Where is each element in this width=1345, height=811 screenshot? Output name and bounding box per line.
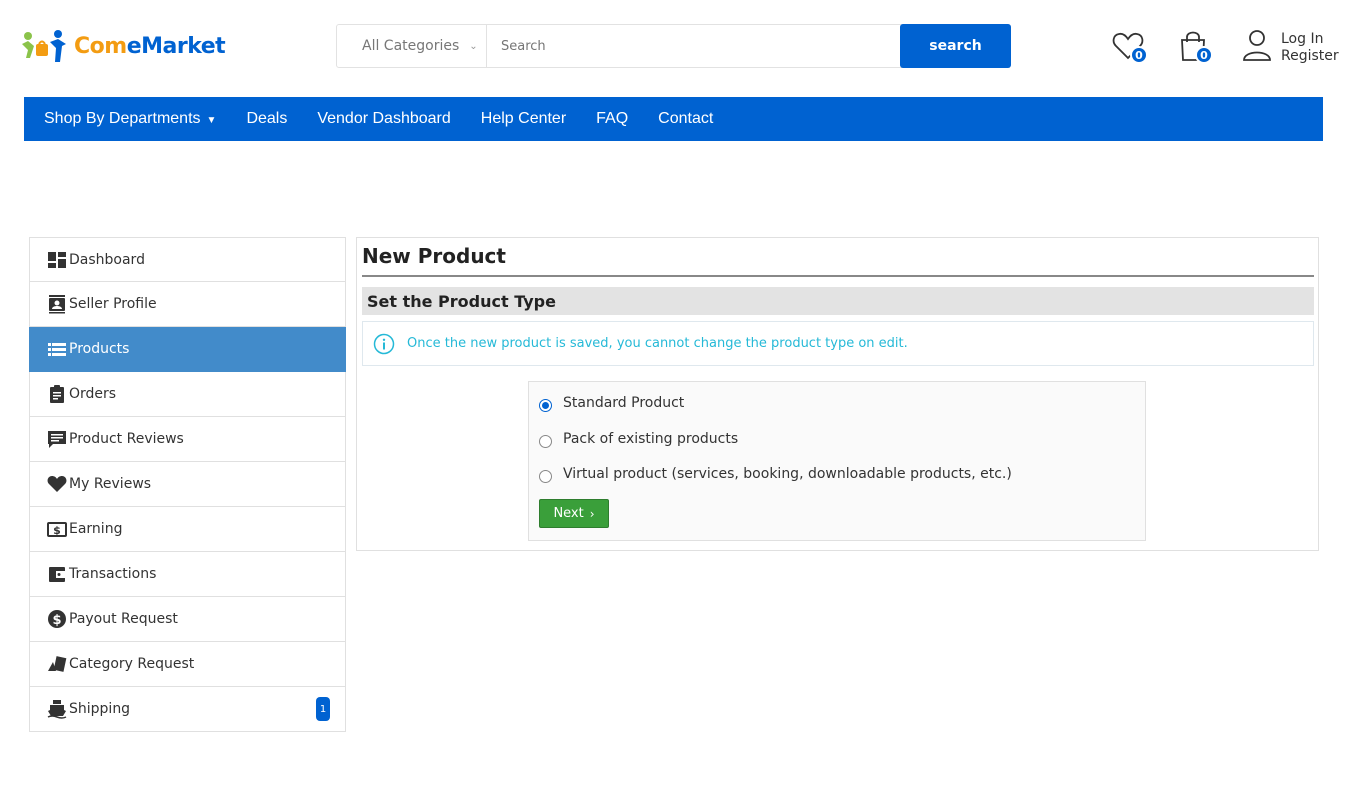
next-button-label: Next [553, 506, 584, 521]
money-icon: $ [47, 522, 67, 537]
sidebar-item-label: Orders [69, 386, 117, 402]
nav-vendor-dashboard[interactable]: Vendor Dashboard [317, 110, 450, 128]
sidebar-item-category-request[interactable]: Category Request [29, 642, 346, 687]
nav-deals[interactable]: Deals [246, 110, 287, 128]
info-alert: Once the new product is saved, you canno… [362, 321, 1314, 366]
main-content: New Product Set the Product Type Once th… [356, 237, 1319, 551]
option-pack-product[interactable]: Pack of existing products [539, 429, 738, 448]
site-header: ComeMarket All Categories ⌄ search 0 0 L… [0, 0, 1345, 90]
section-heading: Set the Product Type [362, 287, 1314, 315]
wishlist-button[interactable]: 0 [1110, 28, 1148, 64]
nav-contact[interactable]: Contact [658, 110, 713, 128]
pack-product-radio[interactable] [539, 435, 552, 448]
login-link[interactable]: Log In [1281, 31, 1339, 48]
svg-text:$: $ [52, 613, 61, 628]
title-divider [362, 275, 1314, 277]
site-logo[interactable]: ComeMarket [20, 28, 226, 64]
sidebar-item-label: Shipping [69, 701, 131, 717]
wallet-icon [49, 567, 65, 582]
clipboard-icon [50, 385, 64, 403]
search-bar: All Categories ⌄ search [336, 24, 1011, 68]
heart-icon [47, 476, 67, 492]
sidebar-item-transactions[interactable]: Transactions [29, 552, 346, 597]
sidebar-item-label: Earning [69, 521, 123, 537]
sidebar-item-label: Category Request [69, 656, 195, 672]
sidebar-item-dashboard[interactable]: Dashboard [29, 237, 346, 282]
next-button[interactable]: Next › [539, 499, 609, 528]
sidebar-item-product-reviews[interactable]: Product Reviews [29, 417, 346, 462]
list-icon [48, 343, 66, 356]
cart-button[interactable]: 0 [1175, 28, 1213, 64]
sidebar-item-seller-profile[interactable]: Seller Profile [29, 282, 346, 327]
product-type-form: Standard Product Pack of existing produc… [528, 381, 1146, 541]
sidebar-item-label: Products [69, 341, 130, 357]
profile-icon [49, 295, 65, 314]
chevron-down-icon: ⌄ [469, 40, 478, 52]
sidebar-item-orders[interactable]: Orders [29, 372, 346, 417]
sidebar-item-label: Seller Profile [69, 296, 157, 312]
sidebar-item-label: My Reviews [69, 476, 152, 492]
option-label: Virtual product (services, booking, down… [563, 465, 1012, 482]
sidebar-item-label: Dashboard [69, 251, 145, 268]
category-select[interactable]: All Categories ⌄ [337, 25, 487, 67]
option-standard-product[interactable]: Standard Product [539, 393, 684, 412]
virtual-product-radio[interactable] [539, 470, 552, 483]
logo-mark-icon [22, 30, 66, 62]
main-nav: Shop By Departments ▼ Deals Vendor Dashbo… [24, 97, 1323, 141]
cart-count-badge: 0 [1195, 46, 1213, 64]
option-virtual-product[interactable]: Virtual product (services, booking, down… [539, 464, 1012, 483]
nav-faq[interactable]: FAQ [596, 110, 628, 128]
sidebar-item-label: Payout Request [69, 611, 178, 627]
sidebar-item-earning[interactable]: $ Earning [29, 507, 346, 552]
comment-icon [48, 431, 66, 448]
shipping-count-badge: 1 [316, 697, 330, 721]
vendor-sidebar: Dashboard Seller Profile Products Orders… [29, 237, 346, 732]
category-select-label: All Categories [362, 38, 460, 54]
sidebar-item-payout-request[interactable]: $ Payout Request [29, 597, 346, 642]
sidebar-item-shipping[interactable]: Shipping 1 [29, 687, 346, 732]
dollar-icon: $ [48, 610, 66, 628]
info-icon [373, 333, 395, 354]
info-alert-text: Once the new product is saved, you canno… [407, 336, 908, 351]
wishlist-count-badge: 0 [1130, 46, 1148, 64]
user-icon[interactable] [1242, 28, 1272, 62]
chevron-right-icon: › [589, 506, 595, 521]
standard-product-radio[interactable] [539, 399, 552, 412]
sidebar-item-products[interactable]: Products [29, 327, 346, 372]
svg-text:$: $ [53, 524, 61, 537]
dashboard-icon [48, 251, 66, 268]
category-icon [48, 656, 67, 672]
nav-help-center[interactable]: Help Center [481, 110, 566, 128]
sidebar-item-label: Transactions [69, 566, 157, 582]
ship-icon [47, 700, 67, 719]
search-input[interactable] [487, 25, 900, 67]
option-label: Standard Product [563, 394, 685, 411]
nav-shop-by-departments[interactable]: Shop By Departments ▼ [44, 110, 216, 128]
sidebar-item-label: Product Reviews [69, 431, 184, 447]
search-button[interactable]: search [900, 24, 1011, 68]
logo-text: ComeMarket [74, 33, 226, 59]
caret-down-icon: ▼ [206, 115, 217, 126]
option-label: Pack of existing products [563, 430, 739, 447]
account-links: Log In Register [1281, 31, 1339, 65]
sidebar-item-my-reviews[interactable]: My Reviews [29, 462, 346, 507]
page-title: New Product [362, 244, 506, 268]
register-link[interactable]: Register [1281, 48, 1339, 65]
